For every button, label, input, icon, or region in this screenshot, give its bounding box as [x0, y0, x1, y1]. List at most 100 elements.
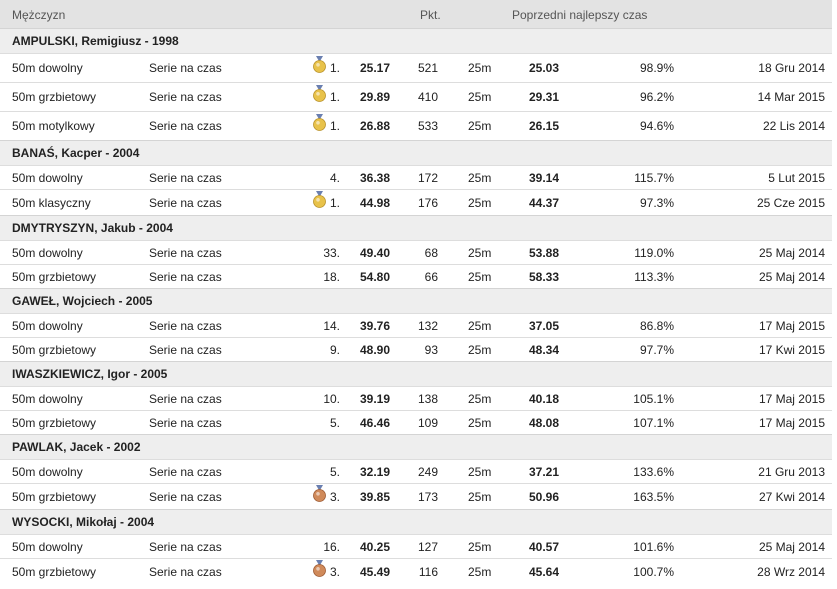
date-cell: 21 Gru 2013 — [758, 464, 825, 479]
pool-cell: 25m — [468, 564, 492, 579]
date-cell: 25 Cze 2015 — [756, 195, 825, 210]
date-cell: 25 Maj 2014 — [758, 539, 825, 554]
event-cell: 50m dowolny — [12, 539, 83, 554]
table-row[interactable]: 50m grzbietowy Serie na czas 29.89 410 25m 29… — [0, 82, 832, 111]
type-cell: Serie na czas — [149, 170, 222, 185]
date-cell: 17 Maj 2015 — [758, 318, 825, 333]
athlete-name: AMPULSKI, Remigiusz - 1998 — [12, 34, 179, 48]
points-header: Pkt. — [420, 8, 441, 22]
previous-time-cell: 50.96 — [529, 489, 560, 504]
place-value: 14. — [323, 318, 340, 333]
athlete-header: IWASZKIEWICZ, Igor - 2005 — [0, 361, 832, 386]
date-cell: 28 Wrz 2014 — [757, 564, 825, 579]
category-header: Mężczyzn — [12, 8, 66, 22]
place-value: 1. — [329, 90, 340, 104]
previous-best-header: Poprzedni najlepszy czas — [512, 8, 648, 22]
athlete-header: WYSOCKI, Mikołaj - 2004 — [0, 509, 832, 534]
results-body: AMPULSKI, Remigiusz - 1998 50m dowolny Ser… — [0, 28, 832, 584]
previous-time-cell: 29.31 — [529, 90, 560, 104]
event-cell: 50m motylkowy — [12, 119, 95, 133]
percent-cell: 133.6% — [633, 464, 674, 479]
place-cell: 3. — [313, 484, 340, 507]
time-cell: 46.46 — [360, 415, 391, 430]
table-row[interactable]: 50m grzbietowy Serie na czas 54.80 66 25m 58.… — [0, 264, 832, 288]
place-value: 9. — [329, 342, 340, 357]
previous-time-cell: 44.37 — [529, 195, 560, 210]
table-row[interactable]: 50m dowolny Serie na czas 32.19 249 25m 37.21… — [0, 459, 832, 483]
athlete-name: IWASZKIEWICZ, Igor - 2005 — [12, 367, 168, 381]
date-cell: 22 Lis 2014 — [762, 119, 825, 133]
type-cell: Serie na czas — [149, 269, 222, 284]
type-cell: Serie na czas — [149, 318, 222, 333]
previous-time-cell: 40.18 — [529, 391, 560, 406]
previous-time-cell: 48.34 — [529, 342, 560, 357]
date-cell: 18 Gru 2014 — [758, 61, 825, 75]
place-value: 3. — [329, 564, 340, 579]
pool-cell: 25m — [468, 119, 492, 133]
previous-time-cell: 58.33 — [529, 269, 560, 284]
time-cell: 44.98 — [360, 195, 391, 210]
table-row[interactable]: 50m klasyczny Serie na czas 44.98 176 25m 44.… — [0, 189, 832, 215]
date-cell: 25 Maj 2014 — [758, 269, 825, 284]
pool-cell: 25m — [468, 342, 492, 357]
event-cell: 50m grzbietowy — [12, 564, 97, 579]
table-row[interactable]: 50m grzbietowy Serie na czas 48.90 93 25m 48.… — [0, 337, 832, 361]
table-row[interactable]: 50m dowolny Serie na czas 40.25 127 25m 40.57… — [0, 534, 832, 558]
bronze-medal-icon — [313, 559, 326, 577]
previous-time-cell: 37.21 — [529, 464, 560, 479]
table-row[interactable]: 50m grzbietowy Serie na czas 39.85 173 25m 50… — [0, 483, 832, 509]
event-cell: 50m dowolny — [12, 170, 83, 185]
points-cell: 138 — [417, 391, 438, 406]
previous-time-cell: 37.05 — [529, 318, 560, 333]
time-cell: 48.90 — [360, 342, 391, 357]
percent-cell: 115.7% — [634, 170, 674, 185]
place-value: 1. — [329, 195, 340, 210]
table-row[interactable]: 50m dowolny Serie na czas 39.76 132 25m 37.05… — [0, 313, 832, 337]
event-cell: 50m dowolny — [12, 391, 83, 406]
table-row[interactable]: 50m motylkowy Serie na czas 26.88 533 25m 26.… — [0, 111, 832, 140]
place-value: 1. — [329, 119, 340, 133]
pool-cell: 25m — [468, 269, 492, 284]
place-value: 4. — [329, 170, 340, 185]
date-cell: 27 Kwi 2014 — [758, 489, 825, 504]
table-row[interactable]: 50m grzbietowy Serie na czas 45.49 116 25m 45… — [0, 558, 832, 584]
pool-cell: 25m — [468, 464, 492, 479]
percent-cell: 119.0% — [634, 245, 674, 260]
percent-cell: 113.3% — [634, 269, 674, 284]
percent-cell: 98.9% — [639, 61, 674, 75]
table-row[interactable]: 50m dowolny Serie na czas 39.19 138 25m 40.18… — [0, 386, 832, 410]
place-value: 5. — [329, 415, 340, 430]
athlete-name: WYSOCKI, Mikołaj - 2004 — [12, 515, 155, 529]
time-cell: 39.19 — [360, 391, 391, 406]
table-row[interactable]: 50m dowolny Serie na czas 49.40 68 25m 53.88 1… — [0, 240, 832, 264]
type-cell: Serie na czas — [149, 539, 222, 554]
time-cell: 36.38 — [360, 170, 391, 185]
place-value: 16. — [323, 539, 340, 554]
date-cell: 17 Maj 2015 — [758, 391, 825, 406]
event-cell: 50m dowolny — [12, 318, 83, 333]
table-row[interactable]: 50m dowolny Serie na czas 25.17 521 25m 25.03… — [0, 53, 832, 82]
table-row[interactable]: 50m dowolny Serie na czas 36.38 172 25m 39.14… — [0, 165, 832, 189]
type-cell: Serie na czas — [149, 464, 222, 479]
gold-medal-icon — [313, 56, 326, 73]
table-row[interactable]: 50m grzbietowy Serie na czas 46.46 109 25m 48… — [0, 410, 832, 434]
gold-medal-icon — [313, 190, 326, 208]
percent-cell: 107.1% — [633, 415, 674, 430]
date-cell: 5 Lut 2015 — [768, 170, 825, 185]
pool-cell: 25m — [468, 415, 492, 430]
place-value: 1. — [329, 61, 340, 75]
place-cell: 1. — [313, 85, 340, 107]
time-cell: 39.76 — [360, 318, 391, 333]
points-cell: 66 — [424, 269, 438, 284]
place-value: 33. — [323, 245, 340, 260]
percent-cell: 100.7% — [633, 564, 674, 579]
previous-time-cell: 26.15 — [529, 119, 560, 133]
event-cell: 50m grzbietowy — [12, 269, 97, 284]
time-cell: 54.80 — [360, 269, 391, 284]
points-cell: 116 — [418, 564, 438, 579]
athlete-name: BANAŚ, Kacper - 2004 — [12, 146, 140, 160]
time-cell: 40.25 — [360, 539, 391, 554]
points-cell: 173 — [417, 489, 438, 504]
pool-cell: 25m — [468, 195, 492, 210]
pool-cell: 25m — [468, 245, 492, 260]
